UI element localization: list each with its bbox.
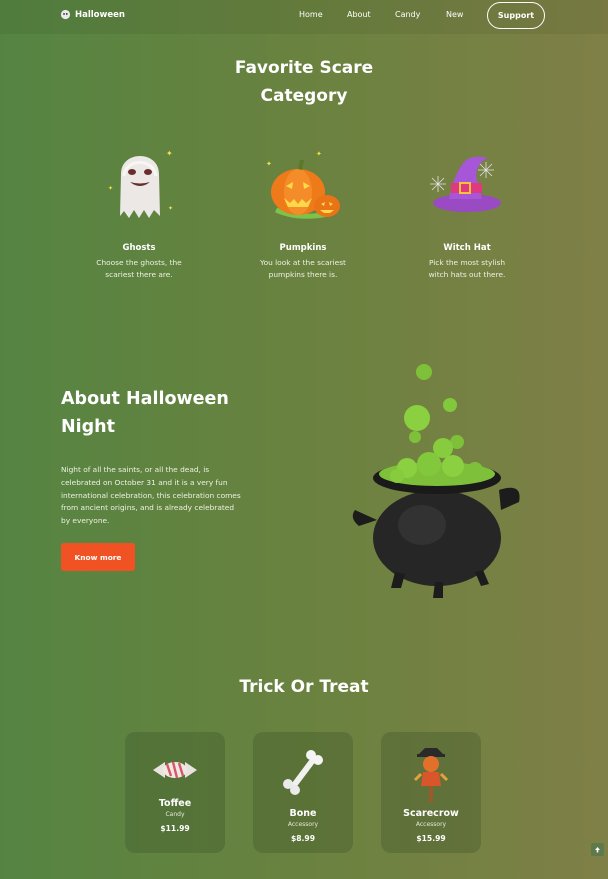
nav-candy[interactable]: Candy — [395, 10, 420, 19]
about-text-line: international celebration, this celebrat… — [61, 490, 241, 500]
nav-new[interactable]: New — [446, 10, 463, 19]
arrow-up-icon — [595, 847, 600, 853]
bone-icon — [283, 750, 323, 795]
svg-text:✦: ✦ — [166, 149, 173, 158]
treats-title: Trick Or Treat — [239, 677, 369, 697]
categories-title-line1: Favorite Scare — [234, 58, 374, 78]
about-text: Night of all the saints, or all the dead… — [61, 464, 261, 528]
product-card-bone[interactable]: Bone Accessory $8.99 — [253, 732, 353, 853]
category-witch-hat[interactable]: Witch Hat Pick the most stylish witch ha… — [397, 136, 537, 281]
about-title-line1: About Halloween — [61, 389, 229, 409]
category-pumpkins[interactable]: ✦ ✦ Pumpkins You look at the scariest pu… — [233, 136, 373, 281]
category-title: Ghosts — [122, 243, 156, 253]
nav-home[interactable]: Home — [299, 10, 323, 19]
category-desc-line: You look at the scariest — [260, 258, 346, 267]
category-desc: You look at the scariest pumpkins there … — [233, 257, 373, 281]
about-text-line: celebrated on October 31 and it is a ver… — [61, 477, 228, 487]
about-text-line: by everyone. — [61, 516, 110, 526]
product-category: Accessory — [415, 821, 447, 828]
know-more-button[interactable]: Know more — [61, 543, 135, 571]
scroll-top-button[interactable] — [591, 843, 604, 856]
svg-text:✦: ✦ — [168, 205, 173, 212]
product-category: Accessory — [287, 821, 319, 828]
support-button[interactable]: Support — [487, 2, 545, 29]
product-card-scarecrow[interactable]: Scarecrow Accessory $15.99 — [381, 732, 481, 853]
product-name: Bone — [289, 808, 317, 819]
ghost-icon: ✦ ✦ ✦ — [108, 149, 173, 218]
category-desc: Pick the most stylish witch hats out the… — [397, 257, 537, 281]
category-desc-line: scariest there are. — [105, 270, 173, 279]
category-desc: Choose the ghosts, the scariest there ar… — [69, 257, 209, 281]
product-card-toffee[interactable]: Toffee Candy $11.99 — [125, 732, 225, 853]
category-title: Witch Hat — [443, 243, 491, 253]
svg-text:✦: ✦ — [266, 160, 272, 168]
about-text-line: from ancient origins, and is already cel… — [61, 503, 235, 513]
product-category: Candy — [165, 811, 185, 818]
product-name: Scarecrow — [403, 808, 459, 819]
about-title: About Halloween Night — [61, 385, 261, 441]
pumpkin-icon: ✦ ✦ — [266, 150, 340, 219]
svg-text:✦: ✦ — [108, 185, 113, 192]
nav-about[interactable]: About — [347, 10, 371, 19]
scarecrow-icon — [413, 748, 449, 802]
witch-hat-icon — [430, 156, 501, 212]
category-title: Pumpkins — [279, 243, 327, 253]
category-desc-line: witch hats out there. — [428, 270, 506, 279]
product-price: $11.99 — [160, 824, 190, 833]
about-title-line2: Night — [61, 417, 115, 437]
cauldron-illustration — [352, 364, 520, 598]
category-ghosts[interactable]: ✦ ✦ ✦ Ghosts Choose the ghosts, the scar… — [69, 136, 209, 281]
about-text-line: Night of all the saints, or all the dead… — [61, 465, 210, 474]
categories-title: Favorite Scare Category — [204, 54, 404, 110]
category-desc-line: Pick the most stylish — [428, 258, 506, 267]
svg-text:✦: ✦ — [316, 150, 322, 158]
product-price: $15.99 — [416, 834, 446, 843]
category-desc-line: pumpkins there is. — [268, 270, 338, 279]
categories-title-line2: Category — [260, 86, 348, 106]
candy-icon — [153, 761, 197, 779]
product-price: $8.99 — [290, 834, 316, 843]
product-name: Toffee — [158, 798, 192, 809]
category-desc-line: Choose the ghosts, the — [96, 258, 182, 267]
header: Halloween Home About Candy New Support — [0, 0, 608, 34]
